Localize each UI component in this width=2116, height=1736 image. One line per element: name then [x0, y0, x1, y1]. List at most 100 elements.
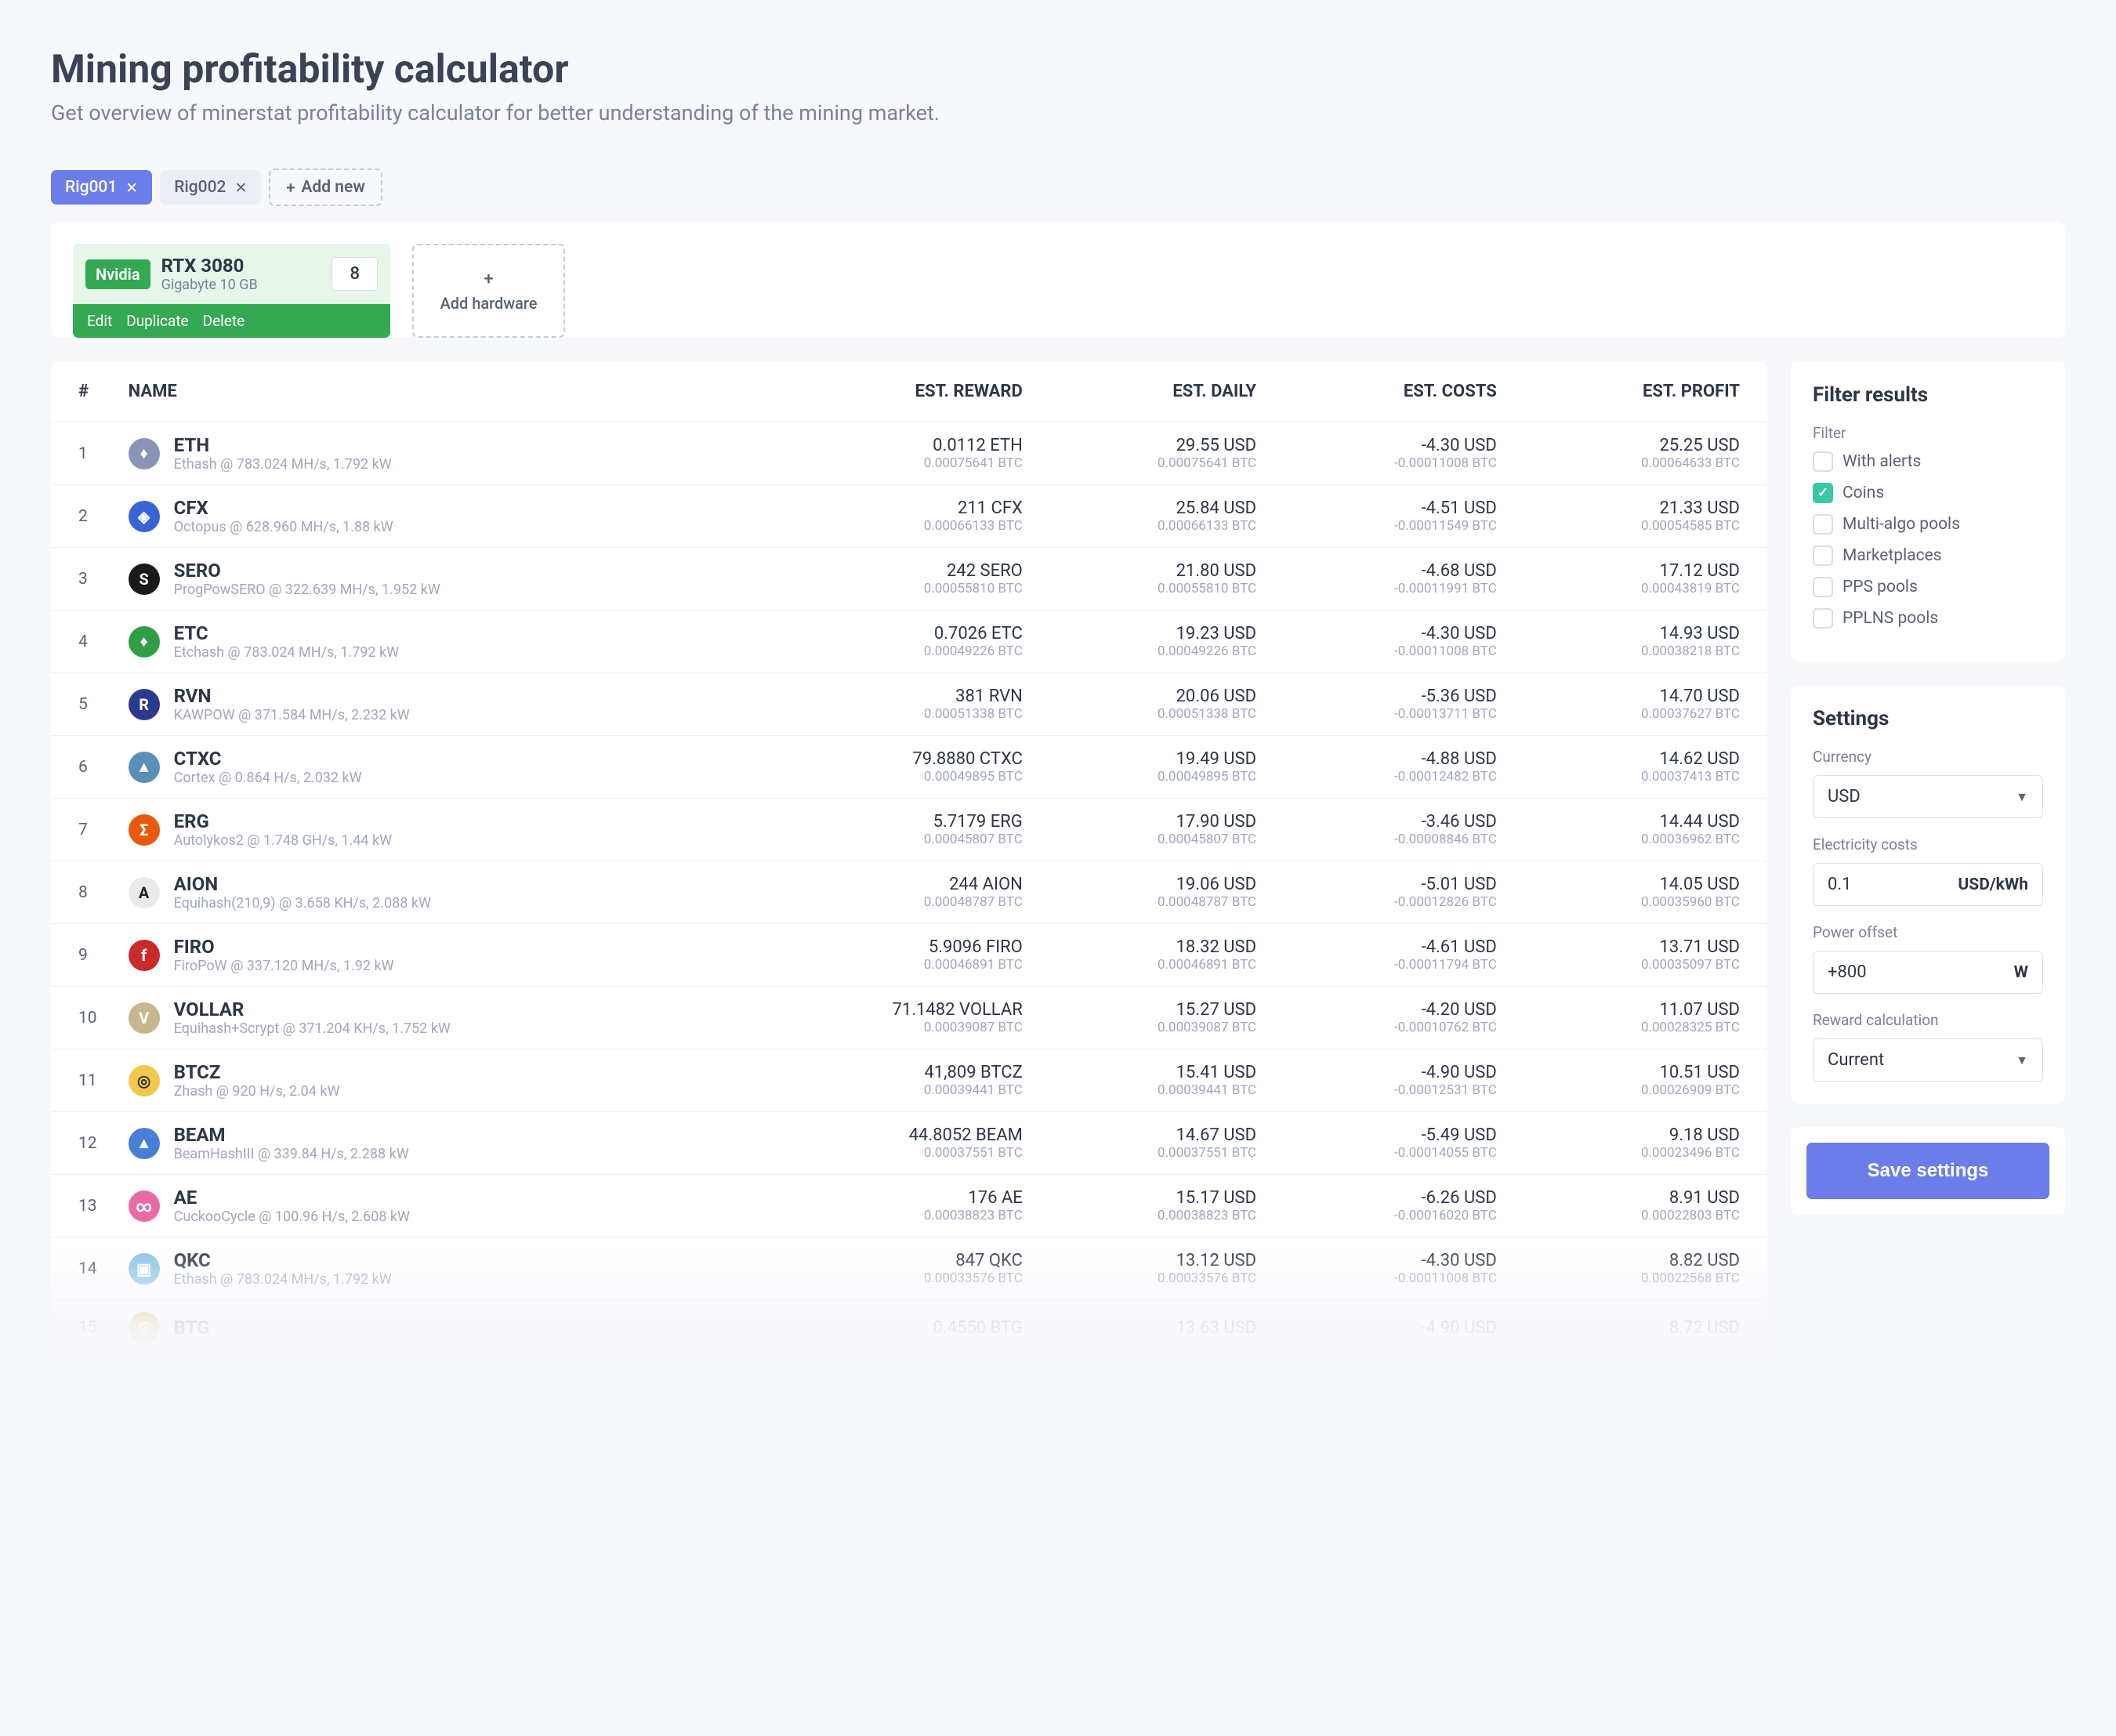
table-row[interactable]: 4♦ETCEtchash @ 783.024 MH/s, 1.792 kW0.7… [51, 611, 1767, 673]
costs-sub: -0.00008846 BTC [1288, 832, 1497, 847]
daily-main: 13.63 USD [1054, 1318, 1256, 1338]
add-rig-button[interactable]: + Add new [269, 169, 382, 206]
coin-icon: G [129, 1312, 160, 1343]
costs-sub: -0.00016020 BTC [1288, 1208, 1497, 1223]
page-subtitle: Get overview of minerstat profitability … [51, 100, 2065, 125]
reward-main: 5.7179 ERG [763, 812, 1023, 832]
tab-rig002[interactable]: Rig002 ✕ [160, 170, 261, 205]
checkbox[interactable] [1813, 545, 1833, 566]
checkbox[interactable] [1813, 577, 1833, 597]
reward-main: 71.1482 VOLLAR [763, 1000, 1023, 1020]
table-row[interactable]: 11◎BTCZZhash @ 920 H/s, 2.04 kW41,809 BT… [51, 1049, 1767, 1112]
vendor-badge: Nvidia [85, 259, 150, 289]
page-title: Mining profitability calculator [51, 47, 2065, 92]
profit-main: 8.91 USD [1528, 1188, 1740, 1208]
filter-item[interactable]: PPLNS pools [1813, 608, 2043, 629]
table-row[interactable]: 5RRVNKAWPOW @ 371.584 MH/s, 2.232 kW381 … [51, 673, 1767, 736]
close-icon[interactable]: ✕ [125, 180, 138, 195]
table-row[interactable]: 10VVOLLAREquihash+Scrypt @ 371.204 KH/s,… [51, 987, 1767, 1049]
filter-panel: Filter results Filter With alertsCoinsMu… [1791, 361, 2065, 661]
coin-name: BTCZ [174, 1061, 340, 1083]
table-row[interactable]: 14▣QKCEthash @ 783.024 MH/s, 1.792 kW847… [51, 1238, 1767, 1300]
elec-input[interactable]: 0.1 USD/kWh [1813, 863, 2043, 906]
coin-icon: V [129, 1002, 160, 1034]
reward-sub: 0.00049226 BTC [763, 643, 1023, 659]
profit-sub: 0.00037627 BTC [1528, 706, 1740, 722]
coin-sub: Equihash+Scrypt @ 371.204 KH/s, 1.752 kW [174, 1020, 451, 1037]
daily-main: 15.17 USD [1054, 1188, 1256, 1208]
add-hardware-label: Add hardware [440, 294, 537, 313]
checkbox[interactable] [1813, 451, 1833, 472]
filter-item[interactable]: Coins [1813, 483, 2043, 503]
profit-main: 9.18 USD [1528, 1125, 1740, 1145]
coin-icon: ♦ [129, 438, 160, 469]
profit-sub: 0.00043819 BTC [1528, 581, 1740, 596]
coin-icon: ▲ [129, 752, 160, 783]
profit-main: 21.33 USD [1528, 498, 1740, 518]
checkbox[interactable] [1813, 514, 1833, 535]
costs-sub: -0.00012826 BTC [1288, 894, 1497, 910]
coin-sub: Cortex @ 0.864 H/s, 2.032 kW [174, 770, 362, 786]
profit-main: 14.70 USD [1528, 687, 1740, 706]
costs-main: -4.20 USD [1288, 1000, 1497, 1020]
table-row[interactable]: 7ΣERGAutolykos2 @ 1.748 GH/s, 1.44 kW5.7… [51, 799, 1767, 861]
reward-select[interactable]: Current ▼ [1813, 1038, 2043, 1082]
delete-button[interactable]: Delete [203, 312, 245, 330]
col-costs[interactable]: EST. COSTS [1272, 361, 1513, 422]
power-input[interactable]: +800 W [1813, 951, 2043, 994]
costs-main: -4.88 USD [1288, 749, 1497, 769]
save-button[interactable]: Save settings [1806, 1143, 2049, 1199]
profit-sub: 0.00022568 BTC [1528, 1270, 1740, 1286]
table-row[interactable]: 15GBTG0.4550 BTG13.63 USD-4.90 USD8.72 U… [51, 1300, 1767, 1356]
filter-label: With alerts [1842, 452, 1921, 471]
table-row[interactable]: 6▲CTXCCortex @ 0.864 H/s, 2.032 kW79.888… [51, 736, 1767, 799]
table-row[interactable]: 3SSEROProgPowSERO @ 322.639 MH/s, 1.952 … [51, 548, 1767, 611]
power-label: Power offset [1813, 923, 2043, 941]
col-daily[interactable]: EST. DAILY [1038, 361, 1272, 422]
table-row[interactable]: 12▲BEAMBeamHashIII @ 339.84 H/s, 2.288 k… [51, 1112, 1767, 1175]
reward-sub: 0.00046891 BTC [763, 957, 1023, 973]
checkbox[interactable] [1813, 608, 1833, 629]
plus-icon: + [286, 178, 295, 197]
close-icon[interactable]: ✕ [234, 180, 247, 195]
hw-count-input[interactable]: 8 [332, 257, 378, 291]
profit-main: 14.93 USD [1528, 624, 1740, 643]
filter-item[interactable]: PPS pools [1813, 577, 2043, 597]
reward-sub: 0.00039441 BTC [763, 1082, 1023, 1098]
table-row[interactable]: 13∞AECuckooCycle @ 100.96 H/s, 2.608 kW1… [51, 1175, 1767, 1238]
coin-sub: Equihash(210,9) @ 3.658 KH/s, 2.088 kW [174, 895, 431, 911]
col-reward[interactable]: EST. REWARD [748, 361, 1038, 422]
daily-sub: 0.00037551 BTC [1054, 1145, 1256, 1161]
col-name[interactable]: NAME [113, 361, 748, 422]
coin-sub: Ethash @ 783.024 MH/s, 1.792 kW [174, 1271, 392, 1288]
filter-item[interactable]: With alerts [1813, 451, 2043, 472]
col-idx[interactable]: # [51, 361, 113, 422]
reward-sub: 0.00049895 BTC [763, 769, 1023, 785]
checkbox[interactable] [1813, 483, 1833, 503]
daily-main: 19.49 USD [1054, 749, 1256, 769]
currency-select[interactable]: USD ▼ [1813, 775, 2043, 818]
coin-icon: Σ [129, 814, 160, 846]
filter-item[interactable]: Multi-algo pools [1813, 514, 2043, 535]
row-idx: 8 [51, 861, 113, 924]
add-new-label: Add new [301, 178, 364, 197]
costs-sub: -0.00011008 BTC [1288, 455, 1497, 471]
edit-button[interactable]: Edit [87, 312, 112, 330]
table-row[interactable]: 1♦ETHEthash @ 783.024 MH/s, 1.792 kW0.01… [51, 422, 1767, 485]
profit-sub: 0.00054585 BTC [1528, 518, 1740, 534]
coin-name: BEAM [174, 1124, 409, 1146]
duplicate-button[interactable]: Duplicate [126, 312, 188, 330]
daily-sub: 0.00038823 BTC [1054, 1208, 1256, 1223]
filter-label: Multi-algo pools [1842, 515, 1960, 534]
tab-rig001[interactable]: Rig001 ✕ [51, 170, 152, 205]
add-hardware-button[interactable]: + Add hardware [412, 244, 565, 338]
daily-sub: 0.00049226 BTC [1054, 643, 1256, 659]
costs-main: -4.30 USD [1288, 1251, 1497, 1270]
settings-panel: Settings Currency USD ▼ Electricity cost… [1791, 685, 2065, 1104]
table-row[interactable]: 2◈CFXOctopus @ 628.960 MH/s, 1.88 kW211 … [51, 485, 1767, 548]
table-row[interactable]: 9fFIROFiroPoW @ 337.120 MH/s, 1.92 kW5.9… [51, 924, 1767, 987]
filter-item[interactable]: Marketplaces [1813, 545, 2043, 566]
col-profit[interactable]: EST. PROFIT [1513, 361, 1767, 422]
coin-icon: ∞ [129, 1191, 160, 1222]
table-row[interactable]: 8AAIONEquihash(210,9) @ 3.658 KH/s, 2.08… [51, 861, 1767, 924]
